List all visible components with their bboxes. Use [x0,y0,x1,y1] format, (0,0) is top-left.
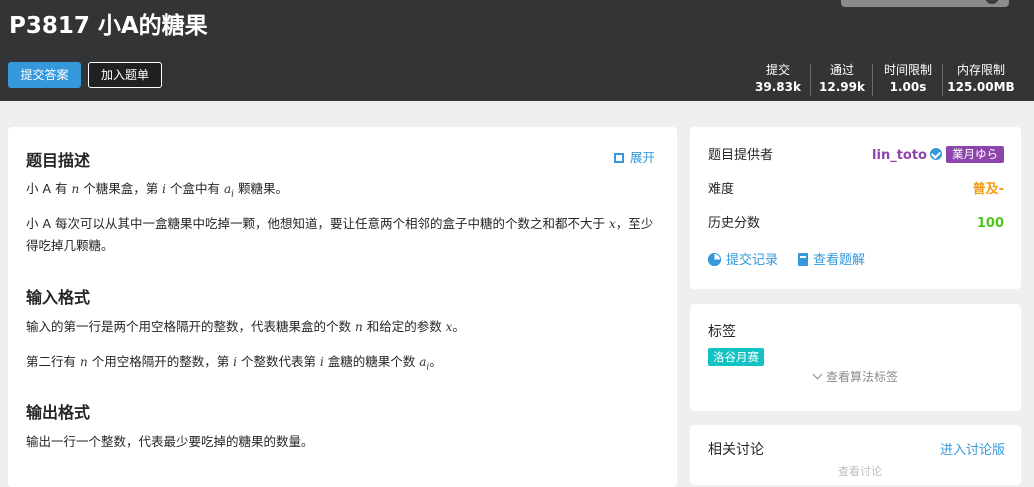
difficulty-value[interactable]: 普及- [973,180,1004,200]
output-format-heading: 输出格式 [26,403,91,422]
submissions-link[interactable]: 提交记录 [708,249,778,268]
problem-statement-card: 题目描述 展开 小 A 有 n 个糖果盒，第 i 个盒中有 ai 颗糖果。 小 … [8,127,677,487]
add-to-list-button[interactable]: 加入题单 [88,62,162,88]
description-paragraph: 小 A 每次可以从其中一盒糖果中吃掉一颗，他想知道，要让任意两个相邻的盒子中糖的… [26,216,654,253]
discussion-title: 相关讨论 [708,442,764,458]
provider-value: lin_toto 業月ゆら [872,146,1004,166]
show-algorithm-tags-button[interactable]: 查看算法标签 [812,368,898,385]
input-paragraph: 输入的第一行是两个用空格隔开的整数，代表糖果盒的个数 n 和给定的参数 x。 [26,319,465,334]
pie-chart-icon [708,253,721,266]
top-search-widget[interactable] [841,0,1009,7]
stat-accepted: 通过 12.99k [819,63,865,94]
stat-divider [810,64,811,96]
description-heading: 题目描述 [26,151,91,170]
score-label: 历史分数 [708,216,761,231]
stat-time-limit: 时间限制 1.00s [883,63,932,94]
stat-divider [942,64,943,96]
enter-discussion-link[interactable]: 进入讨论版 [940,439,1005,458]
output-paragraph: 输出一行一个整数，代表最少要吃掉的糖果的数量。 [26,434,314,449]
provider-badge: 業月ゆら [946,146,1004,163]
description-paragraph: 小 A 有 n 个糖果盒，第 i 个盒中有 ai 颗糖果。 [26,181,288,200]
verified-icon [930,148,942,160]
problem-header: P3817 小A的糖果 提交答案 加入题单 提交 39.83k 通过 12.99… [0,0,1034,101]
score-row: 历史分数 100 [708,214,1004,234]
stat-divider [872,64,873,96]
tags-card: 标签 洛谷月赛 查看算法标签 [690,304,1021,411]
tags-title: 标签 [708,324,736,340]
solutions-link[interactable]: 查看题解 [798,249,865,268]
input-paragraph: 第二行有 n 个用空格隔开的整数，第 i 个整数代表第 i 盒糖的糖果个数 ai… [26,354,442,373]
input-format-heading: 输入格式 [26,288,91,307]
provider-row: 题目提供者 lin_toto 業月ゆら [708,146,1004,166]
problem-info-card: 题目提供者 lin_toto 業月ゆら 难度 普及- 历史分数 100 提交记录 … [690,127,1021,289]
provider-name-link[interactable]: lin_toto [872,148,927,163]
difficulty-label: 难度 [708,182,735,197]
chevron-down-icon [812,369,823,380]
score-value: 100 [976,216,1004,231]
difficulty-row: 难度 普及- [708,180,1004,200]
expand-icon [614,153,624,163]
submit-answer-button[interactable]: 提交答案 [8,62,81,88]
stat-submissions: 提交 39.83k [755,63,801,94]
discussion-card: 相关讨论 进入讨论版 查看讨论 [690,425,1021,485]
page-title: P3817 小A的糖果 [9,13,208,39]
provider-label: 题目提供者 [708,148,774,163]
book-icon [798,253,808,266]
tag-luogu-monthly[interactable]: 洛谷月赛 [708,348,764,366]
expand-button[interactable]: 展开 [614,147,655,166]
avatar[interactable] [985,0,999,4]
discussion-preview[interactable]: 查看讨论 [838,463,882,479]
stat-memory-limit: 内存限制 125.00MB [947,63,1015,94]
